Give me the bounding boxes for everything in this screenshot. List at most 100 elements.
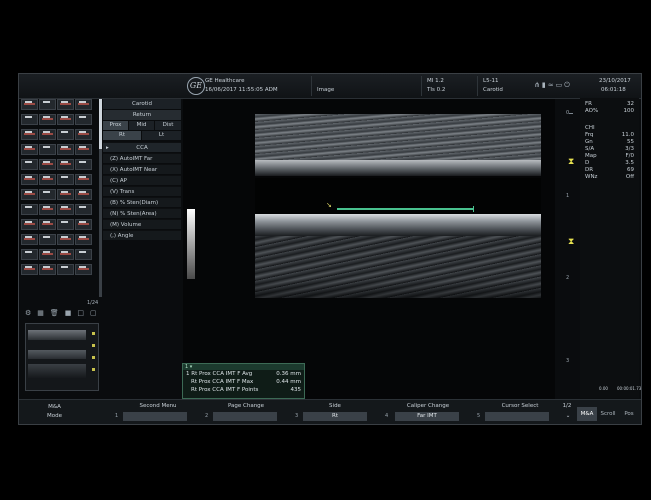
segment-prox[interactable]: Prox [103,121,128,130]
focus-marker-icon[interactable]: ⧗ [568,238,577,247]
vessel-lumen [255,178,541,216]
softkey-second-menu[interactable] [123,412,187,421]
menu-item-sten-diam[interactable]: (B) % Sten(Diam) [103,197,181,207]
side-lt[interactable]: Lt [142,131,181,140]
menu-item-angle[interactable]: (,) Angle [103,230,181,240]
stop-icon[interactable]: ■ [65,309,78,317]
segment-dist[interactable]: Dist [155,121,181,130]
thumbnail-scrollbar[interactable] [99,99,102,297]
thumbnail-item[interactable] [21,234,38,245]
return-button[interactable]: Return [103,110,181,120]
thumbnail-item[interactable] [57,114,74,125]
imt-trace[interactable] [337,206,474,212]
thumbnail-item[interactable] [75,189,92,200]
thumbnail-item[interactable] [57,189,74,200]
thumbnail-item[interactable] [21,219,38,230]
thumbnail-item[interactable] [75,264,92,275]
mode-tabs: M&A Scroll Pos [577,407,639,421]
thumbnail-item[interactable] [39,129,56,140]
thumbnail-item[interactable] [75,159,92,170]
softkey-caliper-change-label: Caliper Change [406,403,450,409]
softkey-second-menu-label: Second Menu [139,403,177,409]
thumbnail-item[interactable] [57,129,74,140]
delete-icon[interactable]: 🗑 [50,309,65,317]
thumbnail-item[interactable] [39,99,56,110]
tab-pos[interactable]: Pos [619,407,639,421]
menu-item-sten-area[interactable]: (N) % Sten(Area) [103,208,181,218]
thumbnail-item[interactable] [21,249,38,260]
softkey-caliper-change[interactable]: Far IMT [395,412,459,421]
thumbnail-item[interactable] [57,144,74,155]
folder-icon: ▸ [106,145,109,151]
thumbnail-item[interactable] [75,204,92,215]
tab-ma[interactable]: M&A [577,407,597,421]
thumbnail-item[interactable] [39,234,56,245]
probe-name: L5-11 [483,78,499,84]
thumbnail-item[interactable] [57,234,74,245]
thumbnail-item[interactable] [57,204,74,215]
thumbnail-item[interactable] [21,129,38,140]
softkey-number: 5 [477,413,481,419]
thumbnail-item[interactable] [39,204,56,215]
focus-marker-icon[interactable]: ⧗ [568,158,577,167]
grid-icon[interactable]: ▦ [37,309,50,317]
caliper-cursor-icon[interactable]: ↘ [326,201,332,209]
param-frq: Frq 11.0 [585,132,634,138]
thumbnail-item[interactable] [39,174,56,185]
param-ao: AO% 100 [585,108,634,114]
thumbnail-item[interactable] [21,174,38,185]
mode-button[interactable]: M&A Mode [47,404,62,419]
segment-mid[interactable]: Mid [129,121,154,130]
thumbnail-item[interactable] [39,189,56,200]
thumbnail-item[interactable] [57,159,74,170]
frame-icon[interactable]: ▢ [90,309,103,317]
thumbnail-item[interactable] [75,144,92,155]
menu-item-autoimt-near[interactable]: (X) AutoIMT Near [103,164,181,174]
param-dr: DR 69 [585,167,634,173]
thumbnail-item[interactable] [75,174,92,185]
tab-scroll[interactable]: Scroll [598,407,618,421]
thumbnail-item[interactable] [39,219,56,230]
preview-thumbnail[interactable] [25,323,99,391]
thumbnail-item[interactable] [39,159,56,170]
brand-name: GE Healthcare [205,78,245,84]
mechanical-index: MI 1.2 [427,78,444,84]
thumbnail-item[interactable] [75,249,92,260]
scrollbar-knob[interactable] [99,99,102,149]
softkey-side[interactable]: Rt [303,412,367,421]
thumbnail-item[interactable] [75,234,92,245]
side-rt[interactable]: Rt [103,131,141,140]
thumbnail-item[interactable] [21,114,38,125]
thumbnail-item[interactable] [39,114,56,125]
thumbnail-item[interactable] [75,99,92,110]
menu-item-autoimt-far[interactable]: (Z) AutoIMT Far [103,153,181,163]
settings-icon[interactable]: ⚙ [25,309,37,317]
chevron-down-icon[interactable]: ⌄ [563,413,573,419]
thumbnail-item[interactable] [39,144,56,155]
softkey-page-change[interactable] [213,412,277,421]
thumbnail-item[interactable] [21,264,38,275]
thumbnail-item[interactable] [21,99,38,110]
thumbnail-item[interactable] [75,114,92,125]
thumbnail-item[interactable] [57,249,74,260]
thumbnail-item[interactable] [57,264,74,275]
menu-item-volume[interactable]: (M) Volume [103,219,181,229]
square-icon[interactable]: □ [77,309,90,317]
menu-item-ap[interactable]: (C) AP [103,175,181,185]
thumbnail-item[interactable] [57,219,74,230]
thumbnail-item[interactable] [21,204,38,215]
thumbnail-item[interactable] [21,144,38,155]
thumbnail-item[interactable] [57,174,74,185]
thumbnail-item[interactable] [57,99,74,110]
result-label: 1 Rt Prox CCA IMT F Avg [186,371,253,377]
thumbnail-item[interactable] [75,219,92,230]
thumbnail-item[interactable] [39,264,56,275]
thumbnail-item[interactable] [75,129,92,140]
vessel-cca[interactable]: ▸ CCA [103,142,181,152]
thumbnail-item[interactable] [21,189,38,200]
thumbnail-item[interactable] [21,159,38,170]
softkey-cursor-select[interactable] [485,412,549,421]
menu-item-trans[interactable]: (V) Trans [103,186,181,196]
thumbnail-item[interactable] [39,249,56,260]
header-bar: GE GE Healthcare 16/06/2017 11:55:05 ADM… [19,74,641,99]
